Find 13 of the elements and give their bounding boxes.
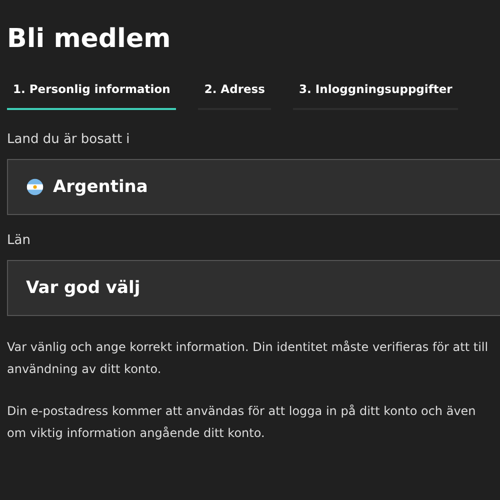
step-tab[interactable]: 1. Personlig information (7, 78, 176, 110)
info-text: Din e-postadress kommer att användas för att logga in på ditt konto och även (7, 403, 476, 420)
field-label: Län (7, 233, 30, 248)
select-field[interactable]: Argentina (7, 159, 500, 215)
step-tab[interactable]: 3. Inloggningsuppgifter (292, 78, 458, 110)
info-text: Var vänlig och ange korrekt information. Din identitet måste verifieras för att till (7, 339, 488, 356)
page-title: Bli medlem (7, 23, 171, 56)
flag-icon (26, 178, 44, 196)
step-tab[interactable]: 2. Adress (198, 78, 271, 110)
field-label: Land du är bosatt i (7, 132, 130, 147)
info-text: om viktig information angående ditt konto. (7, 425, 265, 442)
select-field[interactable]: Var god välj (7, 260, 500, 316)
info-text: användning av ditt konto. (7, 361, 162, 378)
